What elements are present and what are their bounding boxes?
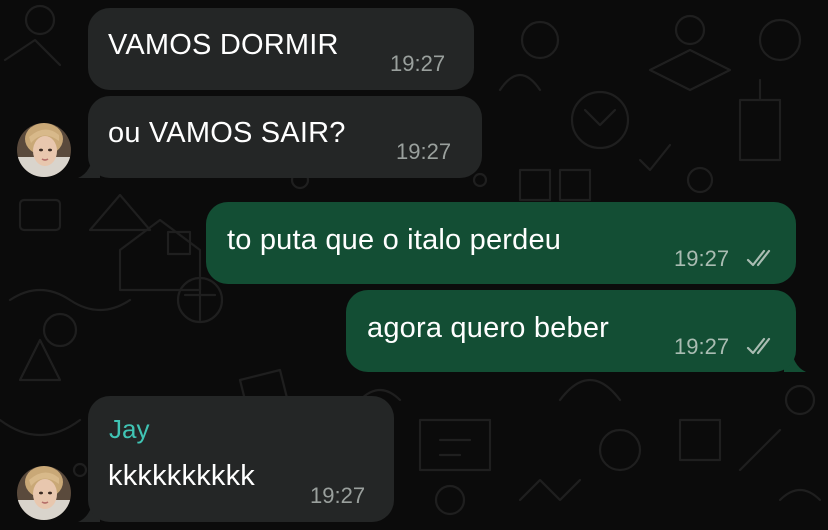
- message-timestamp: 19:27: [396, 139, 452, 164]
- message-bubble-incoming[interactable]: ou VAMOS SAIR? 19:27: [88, 96, 482, 178]
- double-check-icon: [746, 337, 771, 355]
- sender-name[interactable]: Jay: [109, 414, 149, 445]
- message-timestamp: 19:27: [310, 483, 366, 508]
- message-timestamp: 19:27: [674, 334, 730, 359]
- avatar[interactable]: [17, 466, 71, 520]
- double-check-icon: [746, 249, 771, 267]
- message-bubble-incoming[interactable]: Jay kkkkkkkkkk 19:27: [88, 396, 394, 522]
- message-bubble-incoming[interactable]: VAMOS DORMIR 19:27: [88, 8, 474, 90]
- message-timestamp: 19:27: [390, 51, 446, 76]
- message-bubble-outgoing[interactable]: to puta que o italo perdeu 19:27: [206, 202, 796, 284]
- avatar[interactable]: [17, 123, 71, 177]
- message-timestamp: 19:27: [674, 246, 730, 271]
- message-text: ou VAMOS SAIR?: [108, 117, 346, 149]
- message-text: kkkkkkkkkk: [108, 460, 255, 492]
- message-text: to puta que o italo perdeu: [227, 224, 562, 256]
- message-bubble-outgoing[interactable]: agora quero beber 19:27: [346, 290, 796, 372]
- message-text: agora quero beber: [367, 312, 610, 344]
- message-text: VAMOS DORMIR: [108, 29, 339, 61]
- avatar-photo-icon: [17, 123, 71, 177]
- avatar-photo-icon: [17, 466, 71, 520]
